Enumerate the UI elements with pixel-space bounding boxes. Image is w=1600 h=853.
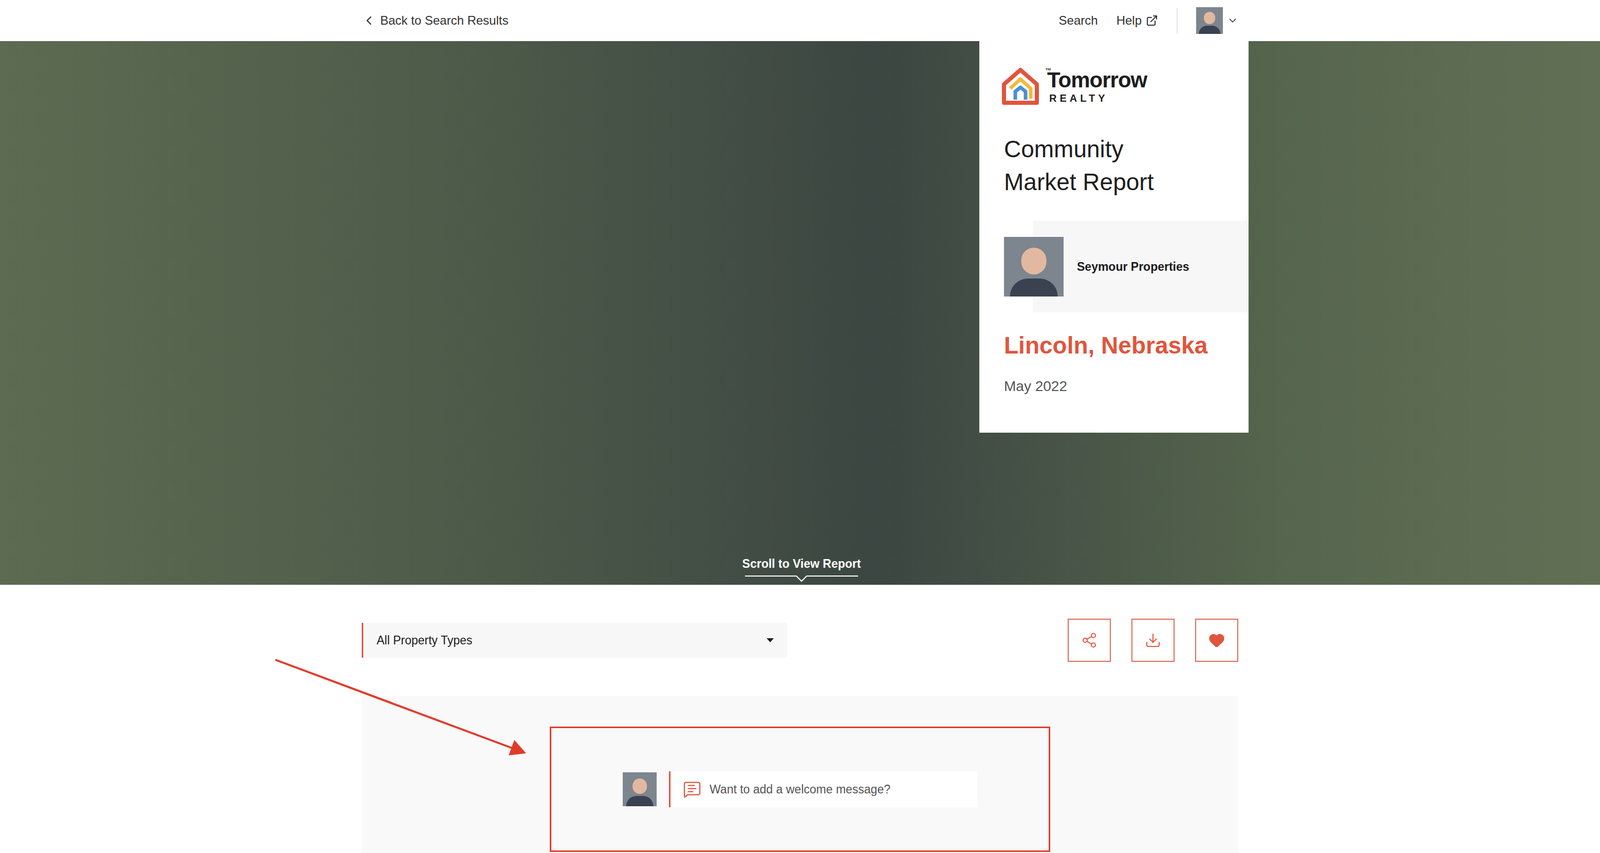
favorite-button[interactable]	[1195, 618, 1239, 662]
annotation-arrow-icon	[0, 0, 1600, 853]
hero-photo	[0, 41, 1600, 585]
hero: TomorrowREALTY™ CommunityMarket Report Sey…	[0, 41, 1600, 585]
report-title: CommunityMarket Report	[979, 132, 1249, 199]
caret-down-icon	[766, 638, 774, 643]
annotation-box: Want to add a welcome message?	[549, 726, 1051, 852]
caret-down-icon	[1226, 14, 1239, 27]
nav-link[interactable]: Help	[1116, 11, 1159, 30]
share-button[interactable]	[1067, 618, 1111, 662]
nav-link[interactable]: Search	[1058, 11, 1099, 30]
property-type-select[interactable]: All Property Types	[361, 622, 788, 658]
welcome-message[interactable]: Want to add a welcome message?	[622, 771, 978, 808]
external-link-icon	[1145, 14, 1159, 27]
chevron-left-icon	[361, 13, 377, 28]
scroll-hint[interactable]: Scroll to View Report	[739, 554, 864, 586]
share-icon	[1081, 631, 1098, 649]
house-logo-icon	[999, 65, 1041, 107]
back-link[interactable]: Back to Search Results	[361, 11, 509, 30]
location: Lincoln, Nebraska	[979, 327, 1249, 364]
scroll-chevron-icon	[745, 572, 859, 586]
download-icon	[1144, 631, 1162, 649]
report-card: TomorrowREALTY™ CommunityMarket Report Sey…	[979, 41, 1249, 433]
report-panel: Want to add a welcome message?	[361, 695, 1239, 853]
download-button[interactable]	[1131, 618, 1175, 662]
account-avatar	[1196, 7, 1223, 34]
agent-row: Seymour Properties	[979, 220, 1249, 313]
agent-avatar	[1003, 236, 1064, 297]
favorite-icon	[1208, 631, 1225, 649]
report-date: May 2022	[979, 375, 1249, 398]
top-bar: Back to Search Results Search Help	[0, 0, 1600, 42]
page: Back to Search Results Search Help Tomorrow…	[0, 0, 1600, 853]
agent-avatar	[622, 772, 657, 807]
account-menu[interactable]	[1196, 7, 1239, 34]
brand-logo: TomorrowREALTY™	[979, 41, 1249, 107]
message-icon	[682, 779, 702, 799]
